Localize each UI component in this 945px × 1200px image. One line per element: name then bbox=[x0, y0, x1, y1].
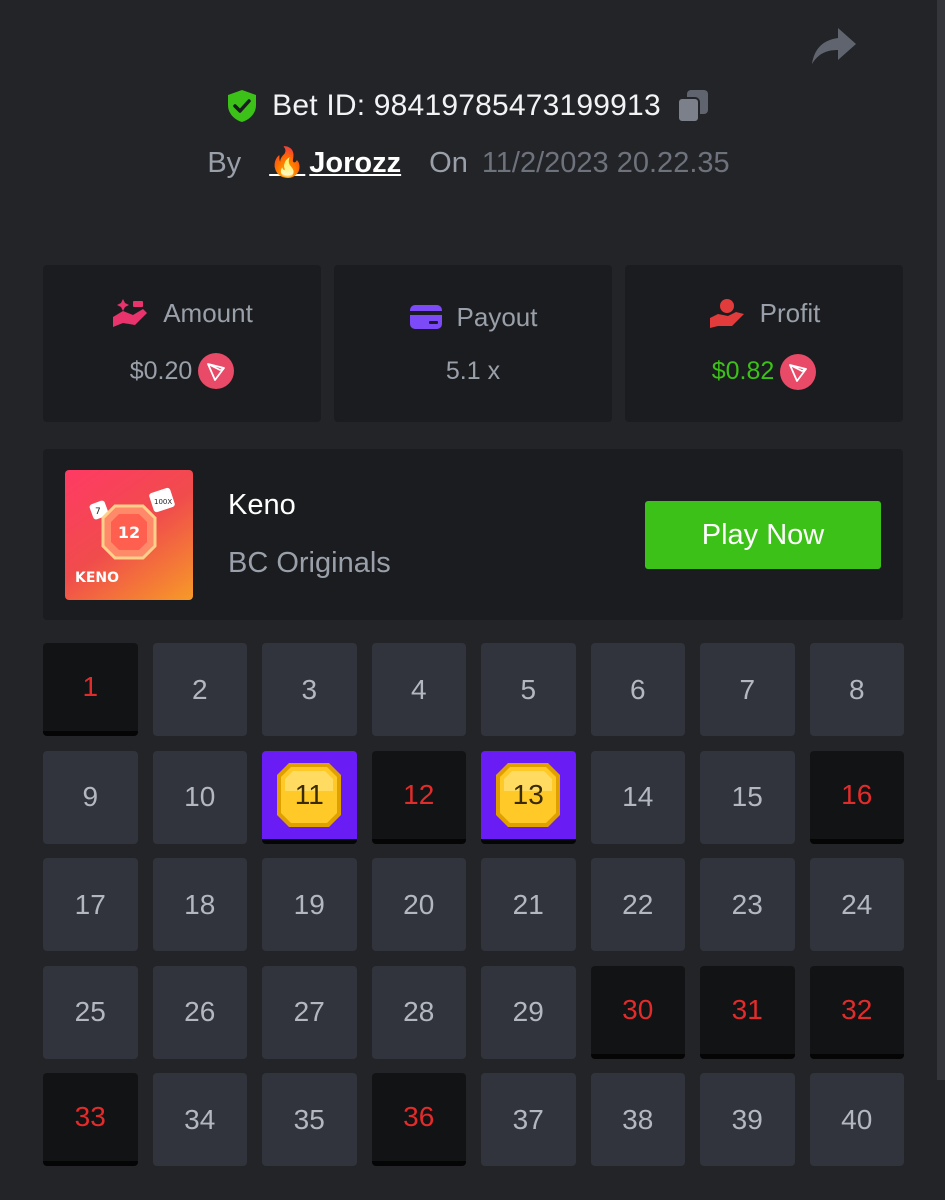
stats-row: Amount $0.20 Payout 5.1 x Profit $0.82 bbox=[43, 265, 903, 422]
on-label: On bbox=[429, 146, 468, 179]
keno-cell-26: 26 bbox=[152, 965, 247, 1059]
keno-cell-4: 4 bbox=[371, 643, 466, 736]
trx-coin-icon bbox=[780, 353, 817, 390]
share-icon bbox=[812, 28, 856, 64]
keno-cell-16: 16 bbox=[809, 750, 904, 844]
gem-icon: 11 bbox=[275, 761, 343, 829]
keno-cell-30: 30 bbox=[590, 965, 685, 1059]
money-hand-icon bbox=[113, 298, 148, 327]
keno-cell-21: 21 bbox=[481, 858, 576, 951]
scrollbar[interactable] bbox=[937, 0, 945, 1080]
keno-cell-14: 14 bbox=[590, 750, 685, 844]
bet-date: 11/2/2023 20.22.35 bbox=[481, 146, 730, 179]
game-provider: BC Originals bbox=[228, 547, 391, 579]
keno-cell-38: 38 bbox=[590, 1073, 685, 1166]
keno-thumbnail[interactable]: 7 100X 12 KENO bbox=[65, 470, 193, 600]
svg-text:100X: 100X bbox=[154, 498, 172, 506]
keno-cell-13: 13 bbox=[481, 750, 576, 844]
keno-cell-24: 24 bbox=[809, 858, 904, 951]
svg-text:KENO: KENO bbox=[75, 570, 119, 586]
keno-cell-11: 11 bbox=[262, 750, 357, 844]
keno-cell-17: 17 bbox=[43, 858, 138, 951]
bet-meta-row: By 🔥 Jorozz On 11/2/2023 20.22.35 bbox=[0, 146, 937, 180]
copy-icon bbox=[676, 90, 708, 123]
keno-cell-18: 18 bbox=[152, 858, 247, 951]
keno-cell-35: 35 bbox=[262, 1073, 357, 1166]
keno-cell-29: 29 bbox=[481, 965, 576, 1059]
amount-label: Amount bbox=[163, 298, 253, 328]
keno-cell-15: 15 bbox=[700, 750, 795, 844]
keno-cell-23: 23 bbox=[700, 858, 795, 951]
amount-value: $0.20 bbox=[129, 356, 193, 385]
keno-cell-31: 31 bbox=[700, 965, 795, 1059]
payout-label: Payout bbox=[456, 301, 538, 332]
amount-card: Amount $0.20 bbox=[43, 265, 321, 422]
keno-cell-28: 28 bbox=[371, 965, 466, 1059]
gem-icon: 13 bbox=[494, 761, 562, 829]
share-button[interactable] bbox=[808, 24, 860, 68]
keno-cell-10: 10 bbox=[152, 750, 247, 844]
keno-board: 1 2 3 4 5 6 7 8 9 10 11 12 13 14 15 16 17 18 19 20 21 22 23 24 2… bbox=[43, 643, 905, 1166]
keno-cell-36: 36 bbox=[371, 1073, 466, 1166]
card-icon bbox=[409, 305, 442, 329]
keno-cell-12: 12 bbox=[371, 750, 466, 844]
keno-cell-7: 7 bbox=[700, 643, 795, 736]
keno-cell-19: 19 bbox=[262, 858, 357, 951]
keno-cell-2: 2 bbox=[152, 643, 247, 736]
fire-icon: 🔥 bbox=[269, 147, 306, 179]
play-now-button[interactable]: Play Now bbox=[645, 501, 881, 569]
game-card: 7 100X 12 KENO Keno BC Originals Play No… bbox=[43, 449, 903, 620]
profit-hand-icon bbox=[709, 298, 744, 328]
keno-cell-number: 13 bbox=[512, 778, 544, 810]
keno-cell-34: 34 bbox=[152, 1073, 247, 1166]
keno-cell-1: 1 bbox=[43, 643, 138, 736]
keno-cell-22: 22 bbox=[590, 858, 685, 951]
keno-cell-5: 5 bbox=[481, 643, 576, 736]
profit-card: Profit $0.82 bbox=[625, 265, 903, 422]
keno-cell-20: 20 bbox=[371, 858, 466, 951]
keno-cell-number: 11 bbox=[294, 778, 324, 810]
keno-cell-39: 39 bbox=[700, 1073, 795, 1166]
bet-detail-page: Bet ID: 98419785473199913 By 🔥 Jorozz On… bbox=[0, 0, 945, 1200]
bet-id-row: Bet ID: 98419785473199913 bbox=[0, 88, 937, 124]
payout-value: 5.1 x bbox=[445, 356, 501, 385]
by-label: By bbox=[207, 146, 242, 179]
username: Jorozz bbox=[309, 146, 402, 179]
keno-cell-6: 6 bbox=[590, 643, 685, 736]
svg-text:7: 7 bbox=[95, 507, 101, 517]
profit-label: Profit bbox=[759, 298, 821, 328]
keno-cell-40: 40 bbox=[809, 1073, 904, 1166]
keno-cell-33: 33 bbox=[43, 1073, 138, 1166]
bet-id-text: Bet ID: 98419785473199913 bbox=[272, 89, 661, 122]
profit-value: $0.82 bbox=[711, 357, 775, 385]
payout-card: Payout 5.1 x bbox=[334, 265, 612, 422]
keno-cell-27: 27 bbox=[262, 965, 357, 1059]
keno-cell-25: 25 bbox=[43, 965, 138, 1059]
keno-cell-32: 32 bbox=[809, 965, 904, 1059]
svg-text:12: 12 bbox=[118, 523, 140, 542]
keno-cell-37: 37 bbox=[481, 1073, 576, 1166]
keno-cell-8: 8 bbox=[809, 643, 904, 736]
keno-cell-9: 9 bbox=[43, 750, 138, 844]
user-link[interactable]: 🔥 Jorozz bbox=[269, 146, 401, 180]
copy-button[interactable] bbox=[675, 88, 711, 124]
shield-check-icon bbox=[228, 90, 257, 122]
trx-coin-icon bbox=[198, 353, 235, 389]
keno-cell-3: 3 bbox=[262, 643, 357, 736]
game-name: Keno bbox=[228, 489, 296, 521]
